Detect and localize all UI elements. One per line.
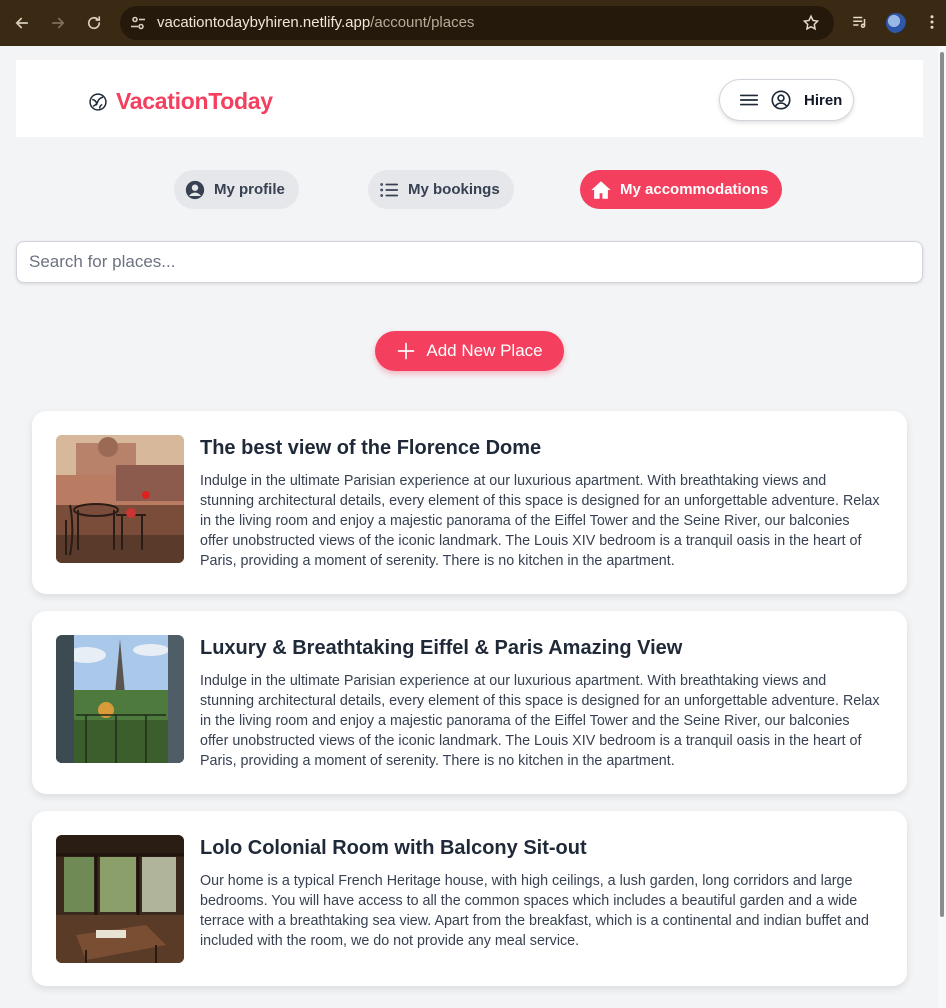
search-input[interactable] <box>16 241 923 283</box>
page-content: VacationToday Hiren My profile My bookin… <box>16 60 923 1008</box>
user-name: Hiren <box>804 91 843 109</box>
place-photo <box>56 435 184 563</box>
globe-icon <box>89 92 107 111</box>
place-description: Indulge in the ultimate Parisian experie… <box>200 673 880 769</box>
home-icon <box>591 180 611 199</box>
place-title: Lolo Colonial Room with Balcony Sit-out <box>200 837 587 859</box>
add-new-place-button[interactable]: Add New Place <box>375 331 564 371</box>
place-card[interactable]: The best view of the Florence Dome Indul… <box>32 411 907 594</box>
place-description: Our home is a typical French Heritage ho… <box>200 873 869 949</box>
url-text: vacationtodaybyhiren.netlify.app/account… <box>157 14 475 31</box>
place-card[interactable]: Luxury & Breathtaking Eiffel & Paris Ama… <box>32 611 907 794</box>
more-menu-icon[interactable] <box>924 13 940 31</box>
hamburger-menu-icon <box>739 94 759 106</box>
place-photo <box>56 635 184 763</box>
plus-icon <box>398 342 415 360</box>
tab-label: My accommodations <box>620 181 769 198</box>
tab-my-accommodations[interactable]: My accommodations <box>580 170 783 209</box>
browser-toolbar: vacationtodaybyhiren.netlify.app/account… <box>0 0 946 46</box>
back-arrow-icon[interactable] <box>10 11 34 35</box>
address-bar[interactable]: vacationtodaybyhiren.netlify.app/account… <box>120 6 834 40</box>
brand-logo[interactable]: VacationToday <box>88 88 273 115</box>
brand-name: VacationToday <box>116 88 273 114</box>
user-circle-icon <box>185 180 205 199</box>
tab-my-bookings[interactable]: My bookings <box>368 170 514 209</box>
user-circle-icon <box>771 90 791 110</box>
place-title: The best view of the Florence Dome <box>200 437 542 459</box>
scrollbar-thumb[interactable] <box>940 52 944 917</box>
forward-arrow-icon[interactable] <box>46 11 70 35</box>
profile-avatar-icon[interactable] <box>886 13 906 33</box>
tab-label: My profile <box>214 181 285 198</box>
place-card[interactable]: Lolo Colonial Room with Balcony Sit-out … <box>32 811 907 986</box>
bookmark-star-icon[interactable] <box>802 14 820 32</box>
place-title: Luxury & Breathtaking Eiffel & Paris Ama… <box>200 637 683 659</box>
media-controls-icon[interactable] <box>851 13 869 31</box>
list-icon <box>380 182 399 197</box>
place-description: Indulge in the ultimate Parisian experie… <box>200 473 880 569</box>
page-scrollbar[interactable] <box>938 46 946 1008</box>
site-settings-icon[interactable] <box>130 15 146 31</box>
site-header: VacationToday Hiren <box>16 60 923 137</box>
place-photo <box>56 835 184 963</box>
reload-icon[interactable] <box>82 11 106 35</box>
user-menu-button[interactable]: Hiren <box>719 79 854 121</box>
add-button-label: Add New Place <box>426 341 543 360</box>
tab-my-profile[interactable]: My profile <box>174 170 299 209</box>
tab-label: My bookings <box>408 181 500 198</box>
